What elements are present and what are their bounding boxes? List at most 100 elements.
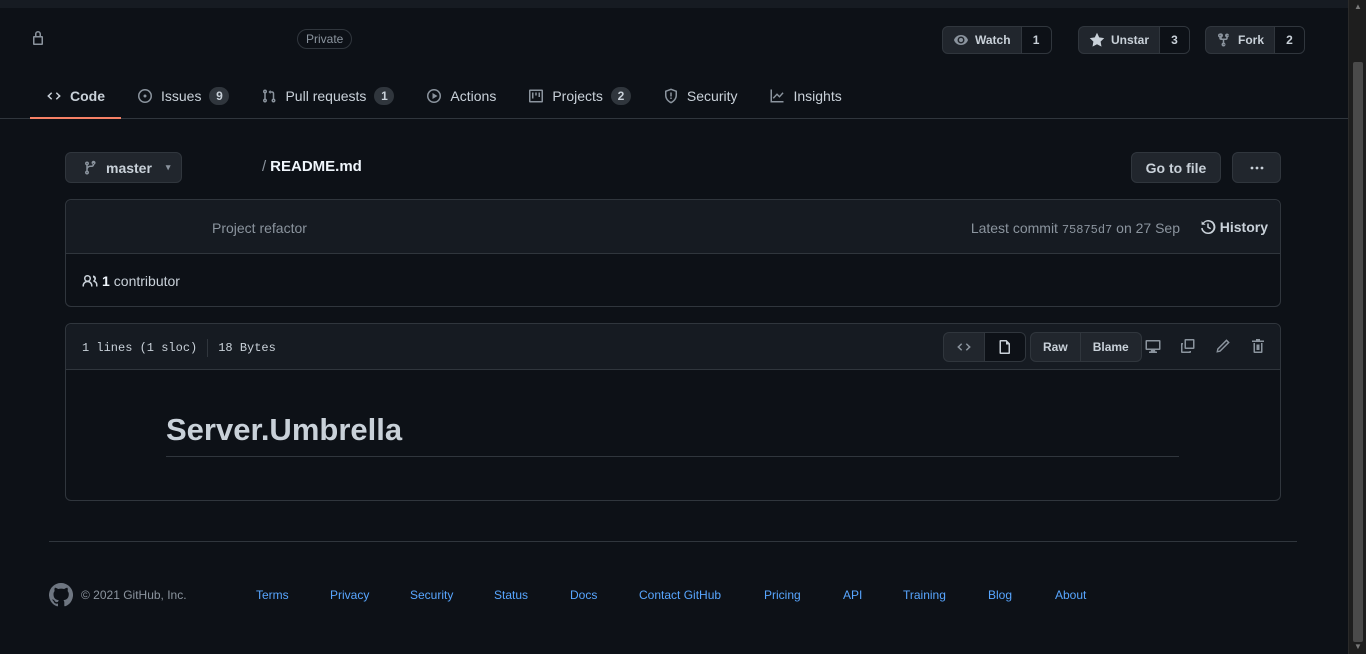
file-info-divider [207, 339, 209, 357]
commit-date: on 27 Sep [1116, 220, 1180, 236]
tab-actions[interactable]: Actions [410, 76, 512, 116]
private-badge: Private [297, 29, 353, 49]
issue-icon [138, 89, 152, 103]
commit-message[interactable]: Project refactor [212, 220, 307, 236]
open-desktop-button[interactable] [1145, 338, 1161, 354]
issues-count: 9 [209, 87, 230, 105]
watch-label: Watch [975, 33, 1011, 47]
tab-insights-label: Insights [793, 88, 842, 104]
tab-code[interactable]: Code [30, 76, 121, 119]
star-count[interactable]: 3 [1159, 27, 1190, 53]
tab-actions-label: Actions [450, 88, 497, 104]
tab-security-label: Security [686, 88, 738, 104]
breadcrumb: / README.md [262, 158, 362, 175]
trash-icon [1252, 339, 1264, 353]
footer-copyright: © 2021 GitHub, Inc. [81, 588, 187, 602]
watch-count[interactable]: 1 [1020, 27, 1051, 53]
readme-heading: Server.Umbrella [166, 412, 1179, 457]
tab-insights[interactable]: Insights [753, 76, 857, 116]
tab-pull-requests[interactable]: Pull requests 1 [245, 76, 410, 116]
raw-button[interactable]: Raw [1031, 333, 1080, 361]
footer-link-blog[interactable]: Blog [988, 588, 1012, 602]
file-size: 18 Bytes [218, 341, 276, 355]
unstar-button[interactable]: Unstar 3 [1078, 26, 1191, 54]
go-to-file-button[interactable]: Go to file [1131, 152, 1221, 183]
fork-icon [1218, 33, 1229, 47]
tab-issues-label: Issues [161, 88, 202, 104]
pencil-icon [1216, 339, 1230, 353]
branch-name: master [106, 159, 152, 176]
display-rendered-button[interactable] [984, 333, 1025, 361]
footer-link-training[interactable]: Training [903, 588, 946, 602]
more-options-button[interactable] [1232, 152, 1281, 183]
top-strip [0, 0, 1348, 8]
file-viewer: 1 lines (1 sloc) 18 Bytes Raw Blame Serv… [65, 323, 1281, 501]
footer-link-contact-github[interactable]: Contact GitHub [639, 588, 721, 602]
star-icon [1089, 32, 1105, 47]
scrollbar-thumb[interactable] [1353, 62, 1363, 642]
commit-box: Project refactor Latest commit 75875d7 o… [65, 199, 1281, 307]
people-icon [82, 274, 98, 287]
copy-icon [1180, 339, 1195, 353]
tab-security[interactable]: Security [647, 76, 754, 116]
footer-link-pricing[interactable]: Pricing [764, 588, 801, 602]
commit-meta: Latest commit 75875d7 on 27 Sep [971, 220, 1180, 237]
graph-icon [770, 89, 785, 103]
contributor-count: 1 [102, 273, 110, 289]
fork-count[interactable]: 2 [1274, 27, 1305, 53]
fork-button[interactable]: Fork 2 [1205, 26, 1306, 54]
tab-pull-requests-label: Pull requests [285, 88, 367, 104]
copy-button[interactable] [1180, 338, 1196, 354]
latest-commit-label: Latest commit [970, 220, 1058, 236]
footer-link-status[interactable]: Status [494, 588, 528, 602]
tab-projects-label: Projects [552, 88, 603, 104]
breadcrumb-file-name: README.md [270, 158, 362, 175]
tab-projects[interactable]: Projects 2 [512, 76, 647, 116]
pull-request-icon [263, 89, 276, 103]
shield-icon [664, 88, 677, 104]
code-icon [47, 92, 61, 100]
footer-link-docs[interactable]: Docs [570, 588, 597, 602]
display-source-button[interactable] [944, 333, 984, 361]
history-icon [1200, 220, 1216, 235]
play-icon [427, 89, 442, 103]
unstar-label: Unstar [1111, 33, 1150, 47]
code-icon [957, 343, 971, 351]
tab-code-label: Code [70, 88, 105, 104]
history-label: History [1219, 219, 1268, 235]
file-lines: 1 lines (1 sloc) [82, 341, 198, 355]
footer-link-about[interactable]: About [1055, 588, 1086, 602]
footer-link-privacy[interactable]: Privacy [330, 588, 369, 602]
branch-select-button[interactable]: master ▾ [65, 152, 182, 183]
footer-link-api[interactable]: API [843, 588, 862, 602]
file-header: 1 lines (1 sloc) 18 Bytes Raw Blame [66, 324, 1280, 370]
view-mode-toggle [943, 332, 1026, 362]
lock-icon [31, 30, 45, 46]
page-scrollbar[interactable]: ▲ ▼ [1348, 0, 1366, 654]
commit-header: Project refactor Latest commit 75875d7 o… [66, 200, 1280, 254]
blame-button[interactable]: Blame [1079, 333, 1141, 361]
desktop-icon [1145, 340, 1161, 353]
tab-issues[interactable]: Issues 9 [121, 76, 245, 116]
caret-down-icon: ▾ [165, 162, 171, 172]
footer-link-terms[interactable]: Terms [256, 588, 289, 602]
project-icon [529, 89, 544, 103]
contributors-link[interactable]: 1 contributor [82, 273, 180, 289]
edit-button[interactable] [1215, 338, 1231, 354]
delete-button[interactable] [1250, 338, 1266, 354]
kebab-horizontal-icon [1250, 166, 1263, 169]
commit-sha[interactable]: 75875d7 [1062, 223, 1112, 237]
pull-requests-count: 1 [374, 87, 395, 105]
watch-button[interactable]: Watch 1 [942, 26, 1052, 54]
github-logo-icon[interactable] [48, 583, 74, 607]
scroll-down-icon[interactable]: ▼ [1353, 642, 1363, 652]
history-link[interactable]: History [1200, 219, 1268, 235]
contributor-label: contributor [113, 273, 180, 289]
scroll-up-icon[interactable]: ▲ [1353, 2, 1363, 12]
fork-label: Fork [1238, 33, 1265, 47]
repo-header: Private Watch 1 Unstar 3 Fork 2 Code Iss… [0, 8, 1348, 119]
file-info: 1 lines (1 sloc) 18 Bytes [82, 339, 276, 357]
raw-blame-group: Raw Blame [1030, 332, 1142, 362]
footer-link-security[interactable]: Security [410, 588, 453, 602]
eye-icon [954, 35, 968, 45]
